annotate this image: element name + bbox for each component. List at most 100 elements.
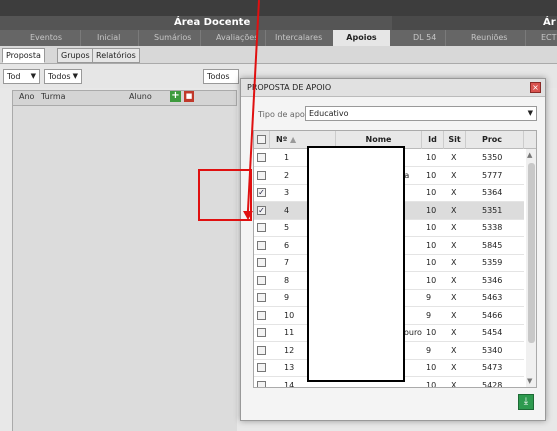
row-checkbox[interactable]: [257, 275, 266, 285]
tipo-apoio-label: Tipo de apoio: [258, 110, 312, 119]
filter-dropdown-2-value: Todos: [48, 72, 71, 81]
top-bar: [0, 0, 557, 16]
cell-proc: 5340: [482, 345, 503, 355]
nav-separator: [200, 30, 201, 46]
scroll-down-icon[interactable]: ▼: [527, 377, 532, 385]
nav-intercalares[interactable]: Intercalares: [275, 30, 322, 46]
cell-id: 9: [426, 293, 432, 302]
chevron-down-icon: ▼: [30, 72, 36, 80]
row-checkbox[interactable]: ✓: [257, 188, 266, 197]
cell-sit: X: [451, 258, 457, 267]
cell-proc: 5845: [482, 240, 503, 250]
cell-id: 9: [426, 345, 432, 355]
cell-num: 6: [284, 240, 290, 250]
row-checkbox[interactable]: [257, 293, 266, 302]
nav-separator: [265, 30, 266, 46]
cell-sit: X: [451, 345, 457, 355]
cell-id: 10: [426, 240, 437, 250]
cell-num: 7: [284, 258, 290, 267]
close-icon[interactable]: ×: [530, 82, 541, 93]
nav-eventos[interactable]: Eventos: [30, 30, 62, 46]
nav-ect[interactable]: ECT: [541, 30, 557, 46]
filter-dropdown-1-value: Tod: [7, 72, 21, 81]
row-checkbox[interactable]: [257, 345, 266, 355]
row-checkbox[interactable]: [257, 170, 266, 180]
cell-num: 5: [284, 223, 290, 232]
row-checkbox[interactable]: [257, 223, 266, 232]
cell-proc: 5454: [482, 328, 503, 337]
row-checkbox[interactable]: [257, 240, 266, 250]
cell-proc: 5350: [482, 153, 503, 162]
left-grid-body: [12, 106, 237, 431]
cell-sit: X: [451, 223, 457, 232]
nav-sumarios[interactable]: Sumários: [154, 30, 191, 46]
cell-id: 10: [426, 170, 437, 180]
scrollbar-thumb[interactable]: [528, 163, 535, 343]
tab-proposta[interactable]: Proposta: [2, 48, 45, 63]
nav-reunioes[interactable]: Reuniões: [471, 30, 507, 46]
nav-apoios[interactable]: Apoios: [333, 30, 390, 46]
filter-dropdown-3-value: Todos: [207, 72, 230, 81]
row-checkbox[interactable]: [257, 328, 266, 337]
plus-icon[interactable]: +: [170, 91, 181, 102]
nav-separator: [80, 30, 81, 46]
nav-avaliacoes[interactable]: Avaliações: [216, 30, 258, 46]
tab-relatorios[interactable]: Relatórios: [92, 48, 140, 63]
cell-id: 10: [426, 380, 437, 388]
col-turma: Turma: [41, 92, 66, 101]
col-proc[interactable]: Proc: [466, 131, 524, 149]
cell-proc: 5351: [482, 205, 503, 215]
nav-dl54[interactable]: DL 54: [413, 30, 436, 46]
col-aluno: Aluno: [129, 92, 152, 101]
cell-id: 10: [426, 258, 437, 267]
col-id[interactable]: Id: [422, 131, 444, 149]
filter-dropdown-1[interactable]: Tod ▼: [3, 69, 40, 84]
cell-num: 1: [284, 153, 290, 162]
cell-proc: 5338: [482, 223, 503, 232]
cell-num: 8: [284, 275, 290, 285]
area-bar-right: [392, 16, 557, 30]
annotation-arrow-head: [243, 211, 253, 220]
cell-sit: X: [451, 170, 457, 180]
tipo-apoio-value: Educativo: [309, 109, 349, 118]
trash-icon[interactable]: ■: [184, 91, 194, 102]
row-checkbox[interactable]: [257, 380, 266, 387]
cell-id: 10: [426, 275, 437, 285]
select-all-checkbox[interactable]: [257, 135, 266, 144]
col-sit[interactable]: Sit: [444, 131, 466, 149]
row-checkbox[interactable]: [257, 258, 266, 267]
nav-separator: [525, 30, 526, 46]
download-icon[interactable]: ⤓: [518, 394, 534, 410]
cell-num: 14: [284, 380, 295, 388]
row-checkbox[interactable]: [257, 363, 266, 372]
nav-inicial[interactable]: Inicial: [97, 30, 120, 46]
cell-id: 10: [426, 328, 437, 337]
cell-num: 9: [284, 293, 290, 302]
scroll-up-icon[interactable]: ▲: [527, 151, 532, 159]
tipo-apoio-select[interactable]: Educativo ▼: [305, 106, 537, 121]
cell-id: 10: [426, 223, 437, 232]
sort-up-icon: ▲: [290, 135, 297, 144]
cell-sit: X: [451, 153, 457, 162]
nav-separator: [138, 30, 139, 46]
tab-grupos[interactable]: Grupos: [57, 48, 94, 63]
cell-proc: 5428: [482, 380, 503, 388]
cell-proc: 5463: [482, 293, 503, 302]
cell-id: 10: [426, 153, 437, 162]
cell-proc: 5466: [482, 310, 503, 320]
cell-proc: 5473: [482, 363, 503, 372]
row-checkbox[interactable]: [257, 310, 266, 320]
chevron-down-icon: ▼: [527, 109, 533, 117]
cell-proc: 5346: [482, 275, 503, 285]
cell-proc: 5777: [482, 170, 503, 180]
area-title-right: Ár: [543, 17, 556, 28]
row-checkbox[interactable]: [257, 153, 266, 162]
area-title: Área Docente: [174, 17, 251, 28]
cell-id: 10: [426, 205, 437, 215]
row-checkbox[interactable]: ✓: [257, 205, 266, 215]
filter-dropdown-2[interactable]: Todos ▼: [44, 69, 82, 84]
table-scrollbar[interactable]: ▲ ▼: [526, 149, 536, 387]
filter-dropdown-3[interactable]: Todos: [203, 69, 239, 84]
cell-sit: X: [451, 188, 457, 197]
cell-sit: X: [451, 240, 457, 250]
